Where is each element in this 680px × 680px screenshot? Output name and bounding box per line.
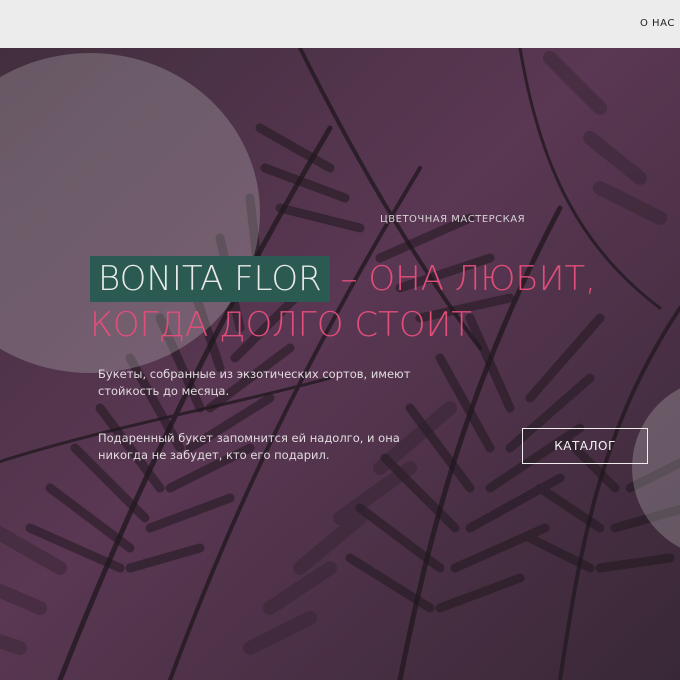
top-navigation-bar: О НАС — [0, 0, 680, 48]
headline-second-line: КОГДА ДОЛГО СТОИТ — [90, 305, 473, 345]
headline-first-line-rest: – ОНА ЛЮБИТ, — [329, 259, 596, 299]
hero-section: ЦВЕТОЧНАЯ МАСТЕРСКАЯ BONITA FLOR – ОНА Л… — [0, 48, 680, 680]
hero-subtitle: ЦВЕТОЧНАЯ МАСТЕРСКАЯ — [380, 214, 526, 225]
catalog-button[interactable]: КАТАЛОГ — [522, 428, 648, 464]
brand-name-highlight: BONITA FLOR — [90, 256, 330, 302]
hero-headline: BONITA FLOR – ОНА ЛЮБИТ, КОГДА ДОЛГО СТО… — [90, 256, 670, 348]
hero-description-2: Подаренный букет запомнится ей надолго, … — [98, 431, 400, 462]
nav-link-about[interactable]: О НАС — [640, 18, 676, 29]
hero-description-1: Букеты, собранные из экзотических сортов… — [98, 367, 411, 398]
landing-page: О НАС ЦВЕТОЧНАЯ МАСТЕРСКАЯ BONITA FLOR –… — [0, 0, 680, 680]
